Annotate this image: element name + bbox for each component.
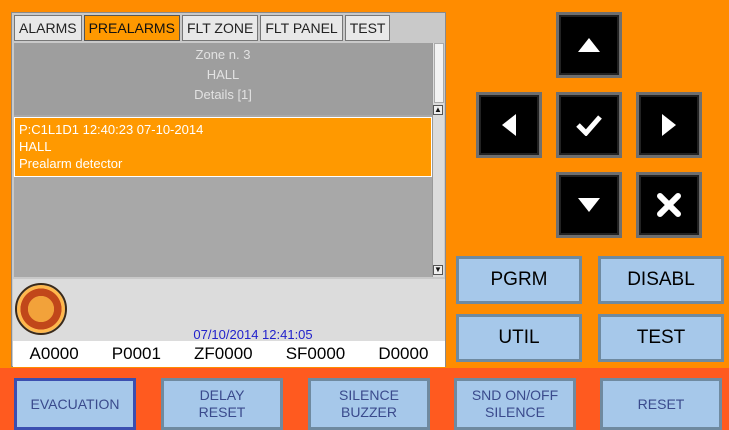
checkmark-icon xyxy=(576,115,602,136)
confirm-button[interactable] xyxy=(556,92,622,158)
zone-header: Zone n. 3 HALL Details [1] xyxy=(14,43,432,115)
event-list: P:C1L1D1 12:40:23 07-10-2014 HALL Preala… xyxy=(14,115,432,277)
arrow-down-icon xyxy=(578,198,600,212)
silence-buzzer-button[interactable]: SILENCE BUZZER xyxy=(308,378,430,430)
list-item[interactable]: P:C1L1D1 12:40:23 07-10-2014 HALL Preala… xyxy=(14,117,432,177)
evacuation-button[interactable]: EVACUATION xyxy=(14,378,136,430)
arrow-up-icon xyxy=(578,38,600,52)
nav-left-button[interactable] xyxy=(476,92,542,158)
event-location: HALL xyxy=(19,139,52,154)
event-code: P:C1L1D1 12:40:23 07-10-2014 xyxy=(19,122,204,137)
alarm-counter: A0000 xyxy=(29,344,79,363)
tab-bar: ALARMS PREALARMS FLT ZONE FLT PANEL TEST xyxy=(12,13,392,41)
zone-details: Details [1] xyxy=(194,87,252,102)
prealarm-counter: P0001 xyxy=(111,344,161,363)
arrow-right-icon xyxy=(662,114,676,136)
scroll-down-icon[interactable]: ▼ xyxy=(433,265,443,275)
nav-down-button[interactable] xyxy=(556,172,622,238)
event-type: Prealarm detector xyxy=(19,156,123,171)
reset-button[interactable]: RESET xyxy=(600,378,722,430)
disabl-button[interactable]: DISABL xyxy=(598,256,724,304)
system-fault-counter: SF0000 xyxy=(285,344,346,363)
tab-prealarms[interactable]: PREALARMS xyxy=(83,15,180,41)
cancel-button[interactable] xyxy=(636,172,702,238)
test-button[interactable]: TEST xyxy=(598,314,724,362)
status-area: 07/10/2014 12:41:05 A0000 P0001 ZF0000 S… xyxy=(13,279,445,367)
tab-alarms[interactable]: ALARMS xyxy=(14,15,82,41)
arrow-left-icon xyxy=(502,114,516,136)
nav-right-button[interactable] xyxy=(636,92,702,158)
alarm-logo-icon xyxy=(15,283,67,335)
delay-reset-button[interactable]: DELAY RESET xyxy=(161,378,283,430)
event-counters: A0000 P0001 ZF0000 SF0000 D0000 xyxy=(13,341,445,367)
tab-test[interactable]: TEST xyxy=(344,15,391,41)
list-scrollbar[interactable] xyxy=(432,43,444,277)
current-datetime: 07/10/2014 12:41:05 xyxy=(193,327,313,342)
nav-up-button[interactable] xyxy=(556,12,622,78)
fire-panel-screen: ALARMS PREALARMS FLT ZONE FLT PANEL TEST… xyxy=(0,0,729,430)
scroll-up-icon[interactable]: ▲ xyxy=(433,105,443,115)
zone-location: HALL xyxy=(206,67,240,82)
zone-name: Zone n. 3 xyxy=(195,47,251,62)
tab-flt-zone[interactable]: FLT ZONE xyxy=(181,15,259,41)
snd-silence-button[interactable]: SND ON/OFF SILENCE xyxy=(454,378,576,430)
zone-fault-counter: ZF0000 xyxy=(194,344,253,363)
scroll-thumb[interactable] xyxy=(434,43,444,103)
disabled-counter: D0000 xyxy=(378,344,429,363)
tab-flt-panel[interactable]: FLT PANEL xyxy=(260,15,343,41)
pgrm-button[interactable]: PGRM xyxy=(456,256,582,304)
util-button[interactable]: UTIL xyxy=(456,314,582,362)
events-panel: ALARMS PREALARMS FLT ZONE FLT PANEL TEST… xyxy=(11,12,446,367)
cross-icon xyxy=(657,193,681,217)
